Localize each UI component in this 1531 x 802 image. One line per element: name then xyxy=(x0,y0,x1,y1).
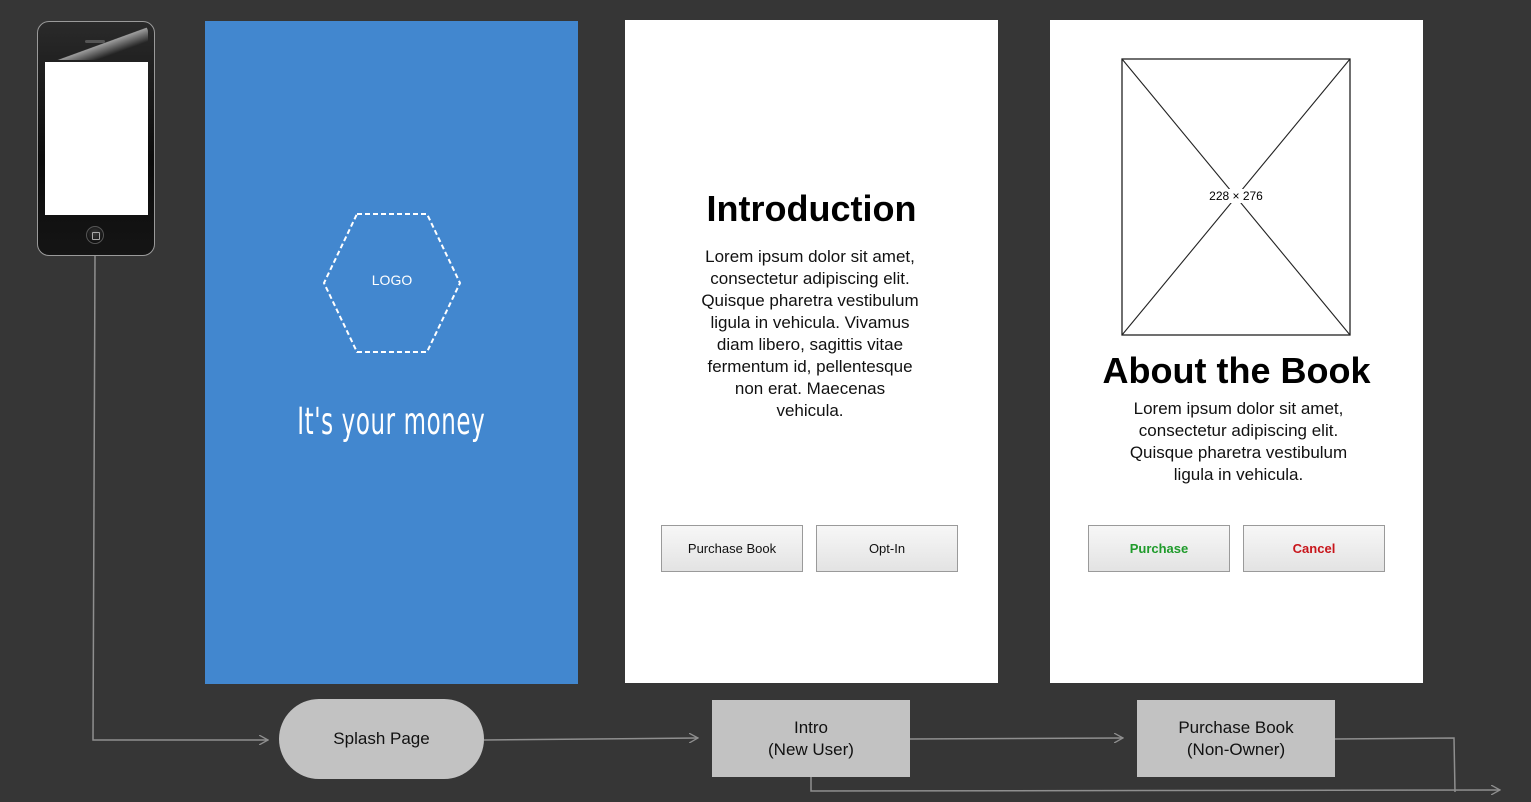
flow-node-label-line2: (Non-Owner) xyxy=(1186,739,1286,759)
flow-node-label-line2: (New User) xyxy=(768,739,854,759)
opt-in-button[interactable]: Opt-In xyxy=(816,525,958,572)
purchase-button[interactable]: Purchase xyxy=(1088,525,1230,572)
phone-speaker xyxy=(85,40,105,43)
connector-splash-to-intro xyxy=(483,738,698,740)
purchase-book-button[interactable]: Purchase Book xyxy=(661,525,803,572)
flow-node-purchase-book: Purchase Book (Non-Owner) xyxy=(1137,700,1335,777)
intro-title: Introduction xyxy=(706,188,917,229)
logo-label: LOGO xyxy=(371,272,413,288)
splash-tagline: It's your money xyxy=(297,400,486,443)
intro-body-text: Lorem ipsum dolor sit amet, consectetur … xyxy=(701,247,919,420)
image-size-label: 228 × 276 xyxy=(1208,189,1264,203)
flow-node-label-line1: Purchase Book xyxy=(1178,717,1294,737)
flow-node-intro: Intro (New User) xyxy=(712,700,910,777)
phone-screen xyxy=(45,62,148,215)
book-title: About the Book xyxy=(1102,350,1371,391)
flow-node-splash-page: Splash Page xyxy=(279,699,484,779)
book-body-text: Lorem ipsum dolor sit amet, consectetur … xyxy=(1129,399,1348,484)
flow-node-label: Splash Page xyxy=(333,729,430,748)
connector-intro-out xyxy=(810,777,1500,791)
connector-purchase-out xyxy=(1334,737,1456,793)
flow-node-label-line1: Intro xyxy=(793,717,829,737)
cancel-button[interactable]: Cancel xyxy=(1243,525,1385,572)
phone-home-button-icon xyxy=(86,226,104,244)
connector-intro-to-purchase xyxy=(909,738,1123,739)
